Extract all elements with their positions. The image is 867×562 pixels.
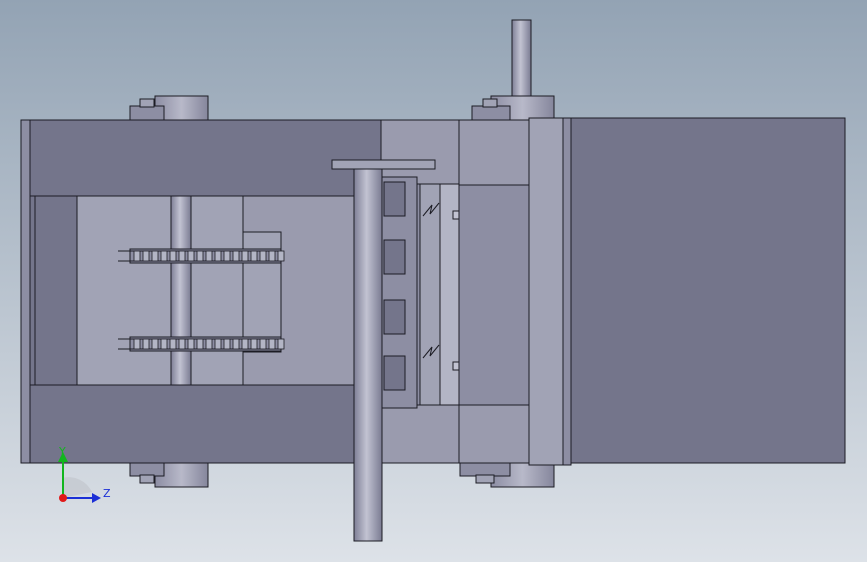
top-right-bolt-head (482, 98, 498, 108)
chain-link (277, 250, 285, 262)
chain-link (205, 250, 213, 262)
top-left-nut (129, 105, 165, 121)
window-3 (383, 299, 406, 335)
bottom-right-bolt-head (475, 474, 495, 484)
chain-link (151, 338, 159, 350)
chain-link (214, 250, 222, 262)
chain-link (151, 250, 159, 262)
upper-drive-shaft (511, 19, 532, 99)
window-2 (383, 239, 406, 275)
chain-link (268, 250, 276, 262)
chain-link (268, 338, 276, 350)
chain-link (178, 250, 186, 262)
y-axis-label: Y (58, 445, 66, 458)
chain-link (223, 338, 231, 350)
motor-housing (570, 117, 846, 464)
chain-link (142, 338, 150, 350)
chain-link (133, 338, 141, 350)
front-post (353, 168, 383, 542)
axis-origin (59, 494, 67, 502)
chain-link (214, 338, 222, 350)
chain-link (250, 250, 258, 262)
flange (528, 117, 564, 466)
chain-link (205, 338, 213, 350)
chain-link (133, 250, 141, 262)
window-1 (383, 181, 406, 217)
chain-link (259, 250, 267, 262)
frame-bottom-rail (29, 384, 382, 464)
model-view[interactable]: Y Z (0, 0, 867, 562)
left-frame-edge (20, 119, 31, 464)
inner-opening (76, 195, 244, 386)
chain-link (232, 338, 240, 350)
cad-viewport[interactable]: Y Z (0, 0, 867, 562)
connector-plate-inner (458, 119, 530, 186)
chain-link (187, 250, 195, 262)
chain-link (196, 250, 204, 262)
middle-housing-top (380, 119, 460, 185)
window-4 (383, 355, 406, 391)
chain-link (160, 338, 168, 350)
bottom-right-nut (459, 461, 511, 477)
chain-link (169, 250, 177, 262)
z-axis-label: Z (103, 487, 111, 500)
chain-link (169, 338, 177, 350)
bottom-left-nut (129, 461, 165, 477)
chain-link (259, 338, 267, 350)
chain-link (187, 338, 195, 350)
middle-housing-bottom (380, 404, 460, 464)
chain-link (241, 338, 249, 350)
bottom-left-bolt-head (139, 474, 155, 484)
chain-link (250, 338, 258, 350)
chain-link (232, 250, 240, 262)
inner-left-post (34, 195, 78, 386)
chain-link (178, 338, 186, 350)
chain-link (241, 250, 249, 262)
top-right-nut (471, 105, 511, 121)
chain-link (160, 250, 168, 262)
front-post-cap (331, 159, 436, 170)
chain-link (196, 338, 204, 350)
flange-edge (562, 117, 572, 466)
left-vertical-shaft (170, 195, 192, 386)
chain-link (277, 338, 285, 350)
chain-link (223, 250, 231, 262)
frame-top-rail (29, 119, 382, 197)
top-left-bolt-head (139, 98, 155, 108)
connector-plate-lower (458, 404, 530, 464)
chain-link (142, 250, 150, 262)
